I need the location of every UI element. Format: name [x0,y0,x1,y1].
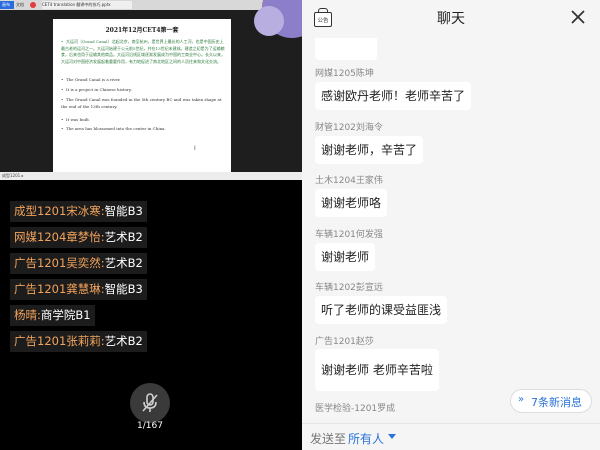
message-sender: 广告1201赵莎 [315,337,374,347]
send-target-selector[interactable]: 所有人 [348,430,384,447]
close-button[interactable] [570,9,586,25]
slide-bullet: • 大运河（Grand Canal）北起北京，南至杭州，是世界上最长的人工河，也是… [61,39,225,64]
close-icon [571,10,585,24]
slide-bullet-text: The area has blossomed into the center i… [66,126,166,131]
mic-toggle-button[interactable] [130,383,170,423]
message-sender: 网媒1205陈坤 [315,69,374,79]
slide-decoration [230,0,302,70]
student-message: 艺术B2 [104,331,147,352]
list-item: 广告1201吴奕然: 艺术B2 [10,252,300,278]
student-comment-list: 成型1201宋冰寒: 智能B3 网媒1204章梦怡: 艺术B2 广告1201吴奕… [10,200,300,356]
slide-bullet: • The Grand Canal was founded in the 5th … [61,97,222,109]
student-name: 成型1201宋冰寒: [10,201,105,222]
chat-title: 聊天 [437,11,465,27]
chat-bubble: 感谢欧丹老师！老师辛苦了 [315,82,472,110]
slide-bullet: • The area has blossomed into the center … [61,126,166,131]
chat-header: 公告 聊天 [302,0,600,38]
mic-muted-icon [142,393,158,412]
text-cursor-icon: I [194,145,196,152]
student-name: 网媒1204章梦怡: [10,227,105,248]
slide-bullet: • The Grand Canal is a river. [61,77,121,82]
app-root: 画布 文档 CET4 translation 翻译中的技巧.pptx — □ ✕… [0,0,600,450]
slide-bullet-text: It was built. [66,117,91,122]
new-messages-label: 7条新消息 [531,396,582,409]
student-name: 杨晴: [10,305,41,326]
student-message: 智能B3 [104,279,147,300]
slide-bullet: • It is a project in Chinese history. [61,87,132,92]
chat-bubble: 谢谢老师，辛苦了 [315,136,424,164]
chat-bubble: 谢谢老师咯 [315,189,388,217]
message-sender: 医学检验-1201罗成 [315,404,396,414]
send-to-label: 发送至 [310,432,347,446]
student-name: 广告1201龚慧琳: [10,279,105,300]
classroom-pane: 画布 文档 CET4 translation 翻译中的技巧.pptx — □ ✕… [0,0,302,450]
page-counter: 1/167 [137,421,163,431]
chat-bubble: 谢谢老师 老师辛苦啦 [315,349,439,391]
double-chevron-down-icon: » [518,394,525,405]
message-sender: 车辆1202彭宣远 [315,283,383,293]
app-icon [30,2,36,8]
list-item: 广告1201张莉莉: 艺术B2 [10,330,300,356]
message-sender: 车辆1201何发强 [315,230,383,240]
student-name: 广告1201吴奕然: [10,253,105,274]
toolbar-tab-1: 文档 [16,2,24,7]
student-message: 艺术B2 [104,227,147,248]
list-item: 网媒1204章梦怡: 艺术B2 [10,226,300,252]
chat-message-list[interactable]: 网媒1205陈坤 感谢欧丹老师！老师辛苦了 财管1202刘海令 谢谢老师，辛苦了… [302,38,600,420]
toolbar-document-tab: CET4 translation 翻译中的技巧.pptx [42,1,132,9]
slide-bullet-text: The Grand Canal was founded in the 5th c… [61,97,222,109]
student-message: 艺术B2 [104,253,147,274]
chat-bubble: 听了老师的课受益匪浅 [315,296,448,324]
slide-title: 2021年12月CET4第一套 [105,27,179,34]
chat-bubble: 谢谢老师 [315,243,376,271]
student-message: 商学院B1 [40,305,95,326]
presentation-slide: 2021年12月CET4第一套 • 大运河（Grand Canal）北起北京，南至… [53,19,231,172]
list-item: 杨晴: 商学院B1 [10,304,300,330]
slide-bullet-text: It is a project in Chinese history. [66,87,132,92]
chat-panel: 公告 聊天 网媒1205陈坤 感谢欧丹老师！老师辛苦了 财管1202刘海令 谢谢… [302,0,600,450]
student-name: 广告1201张莉莉: [10,331,105,352]
send-target-bar: 发送至 所有人 [302,423,600,450]
chat-bubble [315,38,377,60]
message-sender: 土木1204王家伟 [315,176,383,186]
caret-down-icon[interactable] [388,434,396,439]
video-title-text: 成型1201 ▸ [2,173,24,178]
slide-bullet-text: 大运河（Grand Canal）北起北京，南至杭州，是世界上最长的人工河，也是中… [61,39,225,64]
video-title-bar: 成型1201 ▸ [0,172,302,180]
list-item: 成型1201宋冰寒: 智能B3 [10,200,300,226]
message-sender: 财管1202刘海令 [315,123,383,133]
toolbar-file-tab: 画布 [0,1,14,9]
shared-screen: 画布 文档 CET4 translation 翻译中的技巧.pptx — □ ✕… [0,0,302,172]
student-message: 智能B3 [104,201,147,222]
slide-bullet-text: The Grand Canal is a river. [66,77,121,82]
slide-bullet: • It was built. [61,117,91,122]
list-item: 广告1201龚慧琳: 智能B3 [10,278,300,304]
new-messages-button[interactable]: » 7条新消息 [510,389,592,413]
